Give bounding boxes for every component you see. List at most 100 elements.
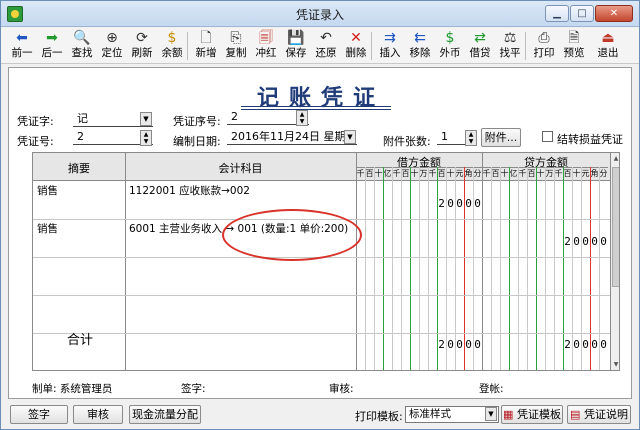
toolbar-save-button[interactable]: 💾 保存 xyxy=(281,29,311,63)
toolbar-label: 刷新 xyxy=(131,47,153,59)
account-column-header: 会计科目 xyxy=(218,162,263,175)
attachment-button[interactable]: 附件... xyxy=(481,128,521,147)
save-icon: 💾 xyxy=(287,30,305,46)
digit-unit-header: 千 xyxy=(554,169,563,178)
toolbar-balance-scale-button[interactable]: ⚖ 找平 xyxy=(495,29,525,63)
toolbar-exit-button[interactable]: ⏏ 退出 xyxy=(593,29,623,63)
toolbar-separator xyxy=(187,32,188,60)
cashflow-allocation-button[interactable]: 现金流量分配 xyxy=(129,405,201,424)
toolbar-find-button[interactable]: 🔍 查找 xyxy=(67,29,97,63)
digit-unit-header: 百 xyxy=(401,169,410,178)
digit-unit-header: 万 xyxy=(419,169,428,178)
amount-digit: 0 xyxy=(582,338,589,351)
transfer-profit-loss-checkbox[interactable] xyxy=(542,131,553,142)
toolbar-debit-credit-button[interactable]: ⇄ 借贷 xyxy=(465,29,495,63)
toolbar-new-button[interactable]: 🗋 新增 xyxy=(191,29,221,63)
scroll-down-icon[interactable]: ▼ xyxy=(611,359,619,370)
auditor-label: 审核: xyxy=(329,383,354,395)
toolbar-undo-button[interactable]: ↶ 还原 xyxy=(311,29,341,63)
digit-unit-header: 百 xyxy=(365,169,374,178)
digit-unit-header: 亿 xyxy=(383,169,392,178)
toolbar-balance-button[interactable]: $ 余额 xyxy=(157,29,187,63)
scroll-up-icon[interactable]: ▲ xyxy=(611,153,619,165)
toolbar-label: 打印 xyxy=(533,47,555,59)
transfer-profit-loss-label: 结转损益凭证 xyxy=(557,133,623,146)
scroll-thumb[interactable] xyxy=(612,167,619,287)
amount-digit: 0 xyxy=(600,338,607,351)
account-cell[interactable]: 1122001 应收账款→002 xyxy=(129,183,250,198)
amount-digit: 0 xyxy=(573,338,580,351)
toolbar-label: 移除 xyxy=(409,47,431,59)
help-icon: ▤ xyxy=(570,408,581,421)
template-icon: ▦ xyxy=(503,408,514,421)
toolbar-arrow-left-button[interactable]: ⬅ 前一 xyxy=(7,29,37,63)
digit-unit-header: 十 xyxy=(500,169,509,178)
voucher-template-button[interactable]: ▦ 凭证模板 xyxy=(501,405,563,424)
digit-unit-header: 百 xyxy=(491,169,500,178)
toolbar-remove-button[interactable]: ⇇ 移除 xyxy=(405,29,435,63)
toolbar-label: 复制 xyxy=(225,47,247,59)
toolbar-label: 新增 xyxy=(195,47,217,59)
grid-scrollbar[interactable]: ▲ ▼ xyxy=(610,153,619,370)
title-underline xyxy=(241,106,391,107)
summary-column-header: 摘要 xyxy=(68,162,90,175)
amount-digit: 0 xyxy=(456,338,463,351)
toolbar-insert-button[interactable]: ⇉ 插入 xyxy=(375,29,405,63)
digit-unit-header: 百 xyxy=(437,169,446,178)
minimize-button[interactable]: ▁ xyxy=(545,5,569,22)
copy-icon: ⎘ xyxy=(230,30,242,46)
refresh-icon: ⟳ xyxy=(136,30,148,46)
bottom-bar: 签字 审核 现金流量分配 打印模板: 标准样式 ▼ ▦ 凭证模板 ▤ 凭证说明 xyxy=(1,401,639,429)
attachment-spinner-icon[interactable]: ▲ ▼ xyxy=(465,130,477,146)
summary-cell[interactable]: 销售 xyxy=(37,221,58,236)
toolbar-arrow-right-button[interactable]: ➡ 后一 xyxy=(37,29,67,63)
toolbar-label: 冲红 xyxy=(255,47,277,59)
maker-label: 制单: 系统管理员 xyxy=(32,383,113,395)
voucher-help-button[interactable]: ▤ 凭证说明 xyxy=(567,405,631,424)
digit-unit-header: 十 xyxy=(410,169,419,178)
amount-digit: 0 xyxy=(582,235,589,248)
digit-unit-header: 分 xyxy=(599,169,608,178)
print-template-dropdown-icon[interactable]: ▼ xyxy=(485,407,497,421)
toolbar-currency-button[interactable]: $ 外币 xyxy=(435,29,465,63)
digit-unit-header: 百 xyxy=(527,169,536,178)
date-dropdown-icon[interactable]: ▼ xyxy=(344,130,356,144)
toolbar-separator xyxy=(525,32,526,60)
row-divider xyxy=(33,333,610,334)
toolbar-preview-button[interactable]: 🗎 预览 xyxy=(559,29,589,63)
amount-digit: 0 xyxy=(456,197,463,210)
total-label: 合计 xyxy=(67,333,94,348)
toolbar-label: 查找 xyxy=(71,47,93,59)
digit-unit-header: 十 xyxy=(374,169,383,178)
close-button[interactable]: ✕ xyxy=(595,5,633,22)
summary-cell[interactable]: 销售 xyxy=(37,183,58,198)
digit-unit-header: 十 xyxy=(572,169,581,178)
toolbar-print-button[interactable]: ⎙ 打印 xyxy=(529,29,559,63)
sign-button[interactable]: 签字 xyxy=(10,405,68,424)
amount-digit: 0 xyxy=(474,338,481,351)
voucher-no-spinner-icon[interactable]: ▲ ▼ xyxy=(140,130,152,146)
digit-unit-header: 千 xyxy=(482,169,491,178)
amount-digit: 0 xyxy=(600,235,607,248)
reverse-icon: 🗐 xyxy=(259,30,273,46)
date-picker[interactable]: 2016年11月24日 星期四 xyxy=(227,129,357,145)
toolbar-refresh-button[interactable]: ⟳ 刷新 xyxy=(127,29,157,63)
balance-scale-icon: ⚖ xyxy=(503,30,517,46)
currency-icon: $ xyxy=(445,30,455,46)
maximize-button[interactable]: □ xyxy=(570,5,594,22)
voucher-type-label: 凭证字: xyxy=(17,115,54,128)
voucher-seq-spinner-icon[interactable]: ▲ ▼ xyxy=(296,110,308,126)
title-bar: 凭证录入 ▁ □ ✕ xyxy=(1,1,639,27)
date-label: 编制日期: xyxy=(173,135,221,148)
digit-unit-header: 千 xyxy=(356,169,365,178)
voucher-title: 记账凭证 xyxy=(256,85,385,111)
toolbar-delete-button[interactable]: ✕ 删除 xyxy=(341,29,371,63)
toolbar-label: 前一 xyxy=(11,47,33,59)
toolbar-locate-button[interactable]: ⊕ 定位 xyxy=(97,29,127,63)
amount-digit: 0 xyxy=(474,197,481,210)
toolbar-reverse-button[interactable]: 🗐 冲红 xyxy=(251,29,281,63)
audit-button[interactable]: 审核 xyxy=(73,405,123,424)
toolbar-copy-button[interactable]: ⎘ 复制 xyxy=(221,29,251,63)
toolbar-label: 后一 xyxy=(41,47,63,59)
voucher-type-dropdown-icon[interactable]: ▼ xyxy=(140,112,152,126)
